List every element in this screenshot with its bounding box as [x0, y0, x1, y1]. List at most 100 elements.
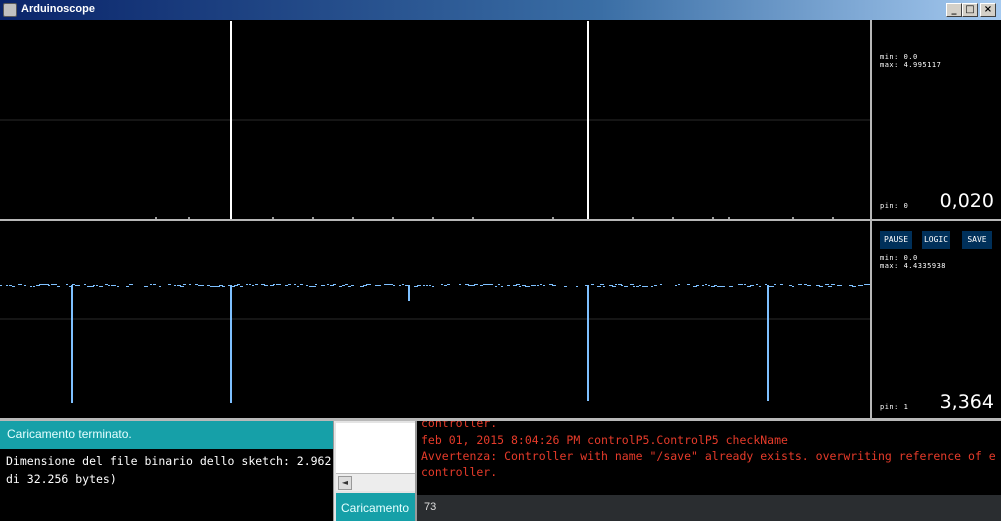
- trace-noise: [687, 284, 690, 285]
- trace-noise: [693, 286, 697, 287]
- ide-console-output: Dimensione del file binario dello sketch…: [0, 449, 333, 521]
- trace-noise: [816, 285, 820, 286]
- maximize-button[interactable]: □: [962, 3, 978, 17]
- trace-noise: [294, 284, 296, 285]
- trace-noise: [33, 286, 35, 287]
- title-bar: Arduinoscope _ □ ×: [0, 0, 1001, 20]
- console-line: feb 01, 2015 8:04:26 PM controlP5.Contro…: [421, 433, 788, 447]
- trace-noise: [333, 284, 336, 285]
- trace-noise: [798, 284, 802, 285]
- trace-noise: [549, 284, 553, 285]
- console-line: Avvertenza: Controller with name "/save"…: [421, 449, 996, 463]
- channel-0-min: min: 0.0: [880, 53, 918, 61]
- trace-noise: [174, 285, 176, 286]
- save-button[interactable]: SAVE: [962, 231, 992, 249]
- console-line: controller.: [421, 465, 498, 479]
- channel-0-max: max: 4.995117: [880, 61, 942, 69]
- trace-noise: [513, 285, 517, 286]
- trace-noise: [837, 285, 840, 286]
- trace-noise: [471, 285, 475, 286]
- app-icon: [3, 3, 17, 17]
- trace-noise: [399, 285, 401, 286]
- trace-noise: [90, 286, 94, 287]
- trace-noise: [828, 286, 832, 287]
- trace-noise: [216, 286, 220, 287]
- trace-noise: [423, 285, 425, 286]
- trace-noise: [9, 285, 12, 286]
- trace-noise: [36, 285, 40, 286]
- trace-noise: [54, 284, 57, 285]
- trace-noise: [234, 285, 238, 286]
- trace-noise: [339, 286, 342, 287]
- trace-noise: [345, 284, 348, 285]
- trace-noise: [273, 284, 275, 285]
- trace-noise: [222, 286, 225, 287]
- trace-noise: [756, 284, 758, 285]
- channel-1-value: 3,364: [939, 391, 994, 413]
- trace-noise: [780, 284, 783, 285]
- trace-noise: [45, 284, 49, 285]
- trace-noise: [195, 284, 198, 285]
- trace-noise: [480, 285, 483, 286]
- trace-noise: [99, 286, 103, 287]
- trace-noise: [18, 284, 22, 285]
- trace-noise: [465, 284, 469, 285]
- trace-noise: [654, 285, 657, 286]
- trace-noise: [429, 285, 431, 286]
- scroll-left-arrow-icon[interactable]: ◄: [338, 476, 352, 490]
- trace-noise: [360, 286, 364, 287]
- trace-noise: [633, 286, 635, 287]
- trace-noise: [483, 284, 486, 285]
- minimize-button[interactable]: _: [946, 3, 962, 17]
- trace-noise: [603, 286, 605, 287]
- trace-noise: [0, 285, 2, 286]
- trace-noise: [537, 285, 539, 286]
- trace-noise: [168, 284, 171, 285]
- trace-noise: [183, 284, 186, 285]
- trace-noise: [444, 285, 447, 286]
- trace-noise: [390, 284, 393, 285]
- pause-button[interactable]: PAUSE: [880, 231, 912, 249]
- trace-noise: [708, 285, 710, 286]
- trace-noise: [363, 285, 367, 286]
- trace-noise: [72, 284, 75, 285]
- trace-noise: [729, 286, 733, 287]
- channel-1-pin: pin: 1: [880, 403, 909, 411]
- trace-noise: [624, 286, 628, 287]
- logic-button[interactable]: LOGIC: [922, 231, 950, 249]
- trace-noise: [618, 284, 622, 285]
- trace-noise: [474, 284, 478, 285]
- trace-noise: [330, 285, 334, 286]
- trace-noise: [651, 286, 653, 287]
- trace-noise: [240, 286, 243, 287]
- trace-noise: [378, 285, 381, 286]
- trace-noise: [630, 284, 634, 285]
- trace-noise: [30, 286, 32, 287]
- close-button[interactable]: ×: [980, 3, 996, 17]
- trace-noise: [207, 285, 210, 286]
- trace-noise: [159, 286, 161, 287]
- trace-noise: [249, 284, 251, 285]
- trace-noise: [714, 285, 717, 286]
- trace-noise: [180, 286, 184, 287]
- trace-noise: [387, 284, 390, 285]
- trace-noise: [252, 285, 254, 286]
- trace-noise: [744, 284, 746, 285]
- trace-noise: [108, 285, 110, 286]
- trace-noise: [369, 284, 371, 285]
- trace-noise: [117, 286, 119, 287]
- trace-noise: [306, 285, 308, 286]
- panel-divider: [870, 20, 872, 418]
- trace-noise: [144, 286, 148, 287]
- trace-noise: [747, 286, 751, 287]
- trace-noise: [129, 284, 133, 285]
- trace-noise: [696, 285, 699, 286]
- ide-editor-area[interactable]: [336, 423, 416, 473]
- trace-noise: [414, 286, 418, 287]
- horizontal-scrollbar[interactable]: ◄: [336, 473, 416, 491]
- ide-status-bar-2: Caricamento: [336, 493, 416, 521]
- processing-console: controller. feb 01, 2015 8:04:26 PM cont…: [415, 421, 1001, 495]
- console-line: controller.: [421, 421, 498, 430]
- trace-noise: [840, 285, 842, 286]
- trace-noise: [312, 286, 316, 287]
